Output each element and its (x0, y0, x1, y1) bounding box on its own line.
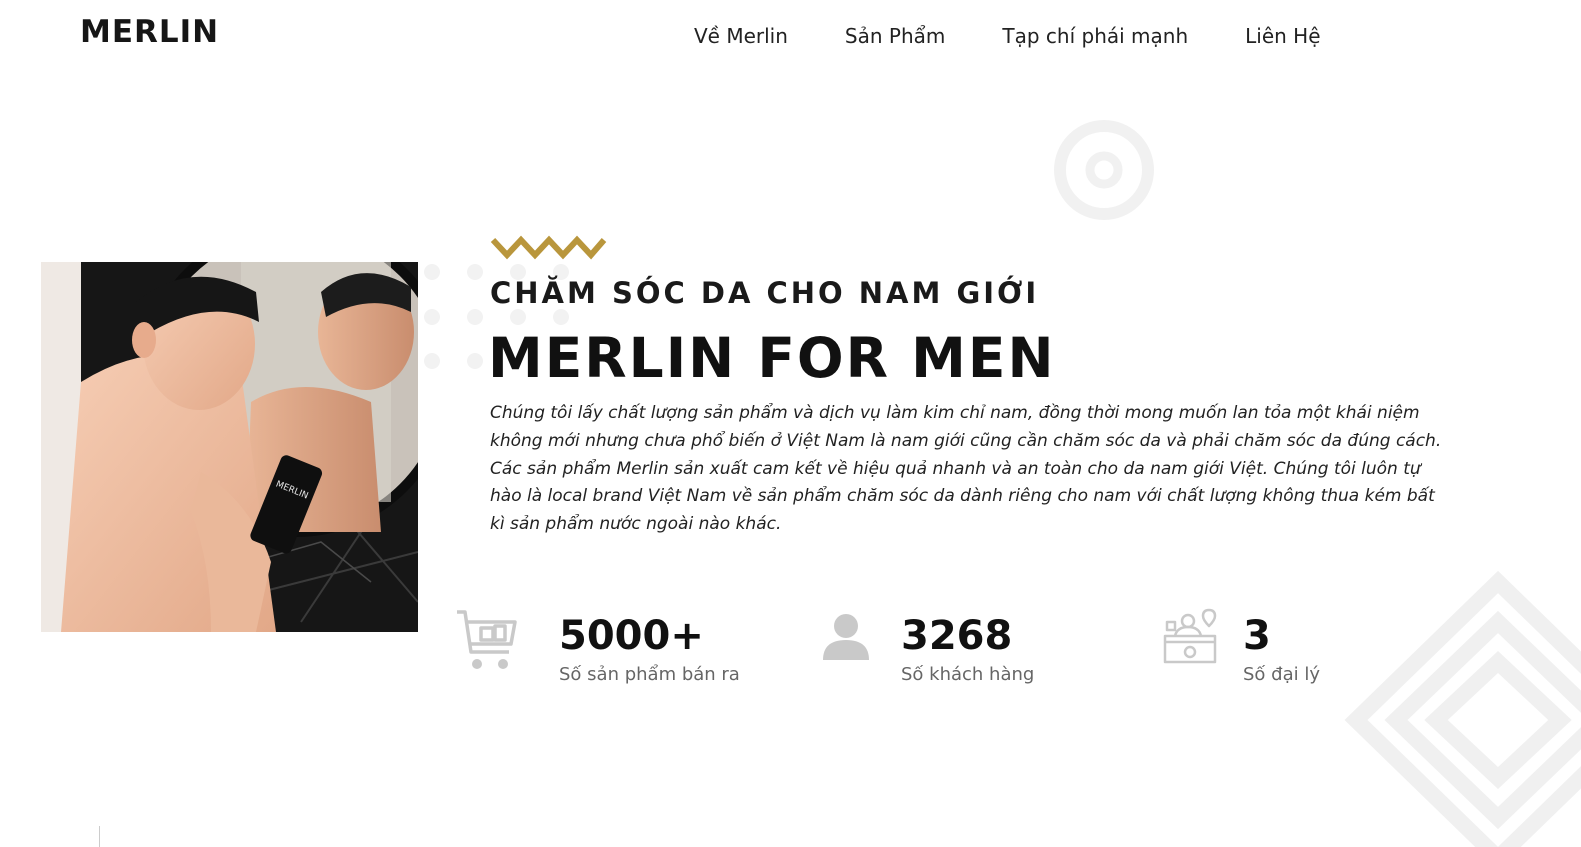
user-icon (823, 614, 869, 660)
stat-label: Số khách hàng (901, 664, 1035, 685)
divider (99, 826, 100, 847)
hero-paragraph: Chúng tôi lấy chất lượng sản phẩm và dịc… (490, 403, 1442, 451)
stat-customers: 3268 Số khách hàng (821, 608, 1121, 688)
shopping-cart-icon (457, 610, 517, 669)
nav-item-about[interactable]: Về Merlin (694, 24, 788, 48)
stat-label: Số sản phẩm bán ra (559, 664, 740, 685)
stat-products-sold: 5000+ Số sản phẩm bán ra (455, 608, 785, 688)
hero-description: Chúng tôi lấy chất lượng sản phẩm và dịc… (490, 400, 1450, 539)
nav-item-products[interactable]: Sản Phẩm (845, 24, 945, 48)
decorative-ring-icon (1054, 120, 1154, 220)
main-nav: Về Merlin Sản Phẩm Tạp chí phái mạnh Liê… (694, 24, 1378, 48)
nav-item-magazine[interactable]: Tạp chí phái mạnh (1002, 24, 1188, 48)
brand-logo[interactable]: MERLIN (80, 14, 219, 50)
stat-label: Số đại lý (1243, 664, 1320, 685)
stat-value: 5000+ (559, 613, 704, 659)
stat-value: 3 (1243, 613, 1271, 659)
stat-value: 3268 (901, 613, 1013, 659)
hero-title: MERLIN FOR MEN (488, 326, 1056, 390)
hero-eyebrow: CHĂM SÓC DA CHO NAM GIỚI (490, 276, 1040, 310)
hero-photo: MERLIN (41, 262, 418, 632)
nav-item-contact[interactable]: Liên Hệ (1245, 24, 1320, 48)
zigzag-accent-icon (490, 235, 607, 260)
stat-agencies: 3 Số đại lý (1163, 608, 1463, 688)
agency-desk-icon (1163, 608, 1217, 664)
hero-paragraph: Các sản phẩm Merlin sản xuất cam kết về … (490, 458, 1435, 535)
